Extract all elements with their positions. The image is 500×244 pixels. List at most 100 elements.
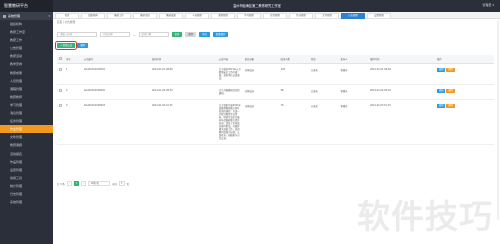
brand-logo: 智慧教研平台 bbox=[0, 0, 53, 12]
delete-row-button[interactable]: 删除 bbox=[446, 88, 455, 93]
sidebar-item[interactable]: 课程管理 bbox=[0, 85, 53, 93]
sidebar-item[interactable]: 教研成果 bbox=[0, 69, 53, 77]
sidebar-item[interactable]: 日志管理 bbox=[0, 190, 53, 198]
row-ops: 编辑 删除 bbox=[435, 99, 494, 145]
header-readers: 阅读人数 bbox=[278, 55, 309, 64]
row-ops: 编辑 删除 bbox=[435, 63, 494, 85]
tab-item[interactable]: 教研成果 bbox=[159, 12, 183, 19]
row-status: 已发布 bbox=[308, 84, 339, 100]
vertical-scrollbar[interactable] bbox=[497, 20, 499, 220]
header-time: 发布时间 bbox=[149, 55, 217, 64]
sidebar-item[interactable]: 常用工具 bbox=[0, 174, 53, 182]
table-row: 2 GG202101020002 2021-01-02 09:30 关于开展教研活动的… bbox=[57, 84, 494, 100]
checkbox-icon[interactable] bbox=[59, 67, 62, 71]
row-select[interactable] bbox=[57, 84, 64, 100]
edit-button[interactable]: 编辑 bbox=[437, 103, 446, 108]
sidebar-item[interactable]: 作业管理 bbox=[0, 125, 53, 134]
reset-button[interactable]: 重置 bbox=[185, 32, 197, 37]
row-code: GG202101010001 bbox=[81, 63, 150, 85]
delete-row-button[interactable]: 删除 bbox=[446, 67, 455, 72]
checkbox-icon[interactable] bbox=[59, 56, 62, 60]
tab-item[interactable]: 文件管理 bbox=[315, 12, 339, 19]
total-count: 共 3 条 bbox=[57, 182, 65, 186]
header-content: 公告内容 bbox=[216, 55, 243, 64]
sidebar-item[interactable]: 系统管理 bbox=[0, 198, 53, 206]
row-readers: 98 bbox=[278, 84, 309, 100]
header-no: 序号 bbox=[64, 55, 82, 64]
sidebar-item[interactable]: 任务管理 bbox=[0, 117, 53, 125]
sidebar-item[interactable]: 统计管理 bbox=[0, 182, 53, 190]
row-optime: 2021-01-01 08:00 bbox=[368, 63, 436, 85]
date-start-input[interactable]: 开始日期 bbox=[100, 32, 130, 37]
sidebar-item[interactable]: 作品管理 bbox=[0, 158, 53, 166]
sidebar-item[interactable]: 消息管理 bbox=[0, 109, 53, 117]
tab-item[interactable]: 教研活动 bbox=[133, 12, 157, 19]
row-optime: 2021-01-03 10:15 bbox=[368, 99, 436, 145]
search-button[interactable]: 查询 bbox=[171, 32, 183, 37]
sidebar-item[interactable]: 教研课题 bbox=[0, 141, 53, 149]
sidebar-item[interactable]: 教研工作室 bbox=[0, 28, 53, 36]
row-content: 关于做好2021年元旦假期安全工作的通知，请各单位认真落实。 bbox=[216, 63, 243, 85]
sidebar-item[interactable]: 组织机构 bbox=[0, 20, 53, 28]
breadcrumb: 首页 / 公告管理 bbox=[57, 21, 76, 24]
title-search-input[interactable]: 请输入标题 bbox=[57, 32, 97, 37]
sidebar-item[interactable]: 教研工作 bbox=[0, 36, 53, 44]
row-time: 2021-01-03 10:15 bbox=[149, 99, 217, 145]
tab-item[interactable]: 公告管理 bbox=[341, 12, 365, 19]
row-target: 全体成员 bbox=[242, 99, 279, 145]
export-button[interactable]: 导出 bbox=[199, 32, 210, 37]
pagination: 共 3 条 ‹ 1 › 10条/页 前往 1 页 bbox=[57, 181, 129, 186]
tab-item[interactable]: 设置管理 bbox=[367, 12, 391, 19]
row-time: 2021-01-01 08:00 bbox=[149, 63, 217, 85]
date-separator: ~ bbox=[133, 32, 136, 37]
sidebar-item[interactable]: 教研活动 bbox=[0, 52, 53, 60]
next-page-button[interactable]: › bbox=[81, 181, 87, 186]
delete-row-button[interactable]: 删除 bbox=[446, 103, 455, 108]
checkbox-icon[interactable] bbox=[59, 103, 62, 107]
sidebar-item[interactable]: 学习管理 bbox=[0, 101, 53, 109]
edit-button[interactable]: 编辑 bbox=[437, 67, 446, 72]
add-announcement-button[interactable]: + 新增公告 bbox=[54, 41, 78, 50]
sidebar-item[interactable]: 人员管理 bbox=[0, 77, 53, 85]
row-select[interactable] bbox=[57, 99, 64, 145]
date-end-input[interactable]: 结束日期 bbox=[138, 32, 169, 37]
tab-item[interactable]: 首页 bbox=[55, 12, 79, 19]
header-status: 状态 bbox=[308, 55, 339, 64]
delete-button[interactable]: 删除 bbox=[77, 43, 89, 48]
sidebar-item[interactable]: 设置管理 bbox=[0, 166, 53, 174]
row-select[interactable] bbox=[57, 63, 64, 85]
row-publisher: 管理员 bbox=[338, 63, 369, 85]
tab-bar: 首页 组织机构 教研工作 教研活动 教研成果 人员管理 课程管理 学习管理 任务管理 作业管理 文件… bbox=[53, 12, 500, 19]
edit-button[interactable]: 编辑 bbox=[437, 88, 446, 93]
header-optime: 操作时间 bbox=[368, 55, 436, 64]
row-status: 已发布 bbox=[308, 99, 339, 145]
header-select[interactable] bbox=[57, 55, 64, 64]
sidebar-item[interactable]: 教研教师 bbox=[0, 93, 53, 101]
page-button-1[interactable]: 1 bbox=[73, 181, 80, 186]
tab-item[interactable]: 任务管理 bbox=[263, 12, 287, 19]
tab-item[interactable]: 组织机构 bbox=[81, 12, 105, 19]
row-code: GG202101030003 bbox=[81, 99, 150, 145]
checkbox-icon[interactable] bbox=[59, 88, 62, 92]
tab-item[interactable]: 人员管理 bbox=[185, 12, 209, 19]
tab-item[interactable]: 作业管理 bbox=[289, 12, 313, 19]
sidebar-item[interactable]: 公告管理 bbox=[0, 44, 53, 52]
user-menu[interactable]: 管理员 ▾ bbox=[483, 3, 494, 7]
page-size-select[interactable]: 10条/页 bbox=[88, 181, 111, 186]
row-optime: 2021-01-02 09:30 bbox=[368, 84, 436, 100]
header-target: 发布对象 bbox=[242, 55, 279, 64]
tab-item[interactable]: 课程管理 bbox=[211, 12, 235, 19]
tab-item[interactable]: 教研工作 bbox=[107, 12, 131, 19]
sidebar-item[interactable]: 活动报名 bbox=[0, 150, 53, 158]
goto-page-input[interactable]: 1 bbox=[119, 181, 125, 186]
tab-item[interactable]: 学习管理 bbox=[237, 12, 261, 19]
sidebar-item[interactable]: 教学安排 bbox=[0, 60, 53, 68]
prev-page-button[interactable]: ‹ bbox=[66, 181, 72, 186]
sidebar-group-system[interactable]: 系统管理 ▾ bbox=[0, 12, 53, 20]
batch-button[interactable]: 批量操作 bbox=[212, 32, 229, 37]
sidebar-group-label: 系统管理 bbox=[8, 14, 21, 18]
sidebar-item[interactable]: 文件管理 bbox=[0, 133, 53, 141]
filter-bar: 请输入标题 开始日期 ~ 结束日期 查询 重置 导出 批量操作 bbox=[57, 32, 229, 37]
page-unit-label: 页 bbox=[126, 182, 130, 186]
row-status: 已发布 bbox=[308, 63, 339, 85]
